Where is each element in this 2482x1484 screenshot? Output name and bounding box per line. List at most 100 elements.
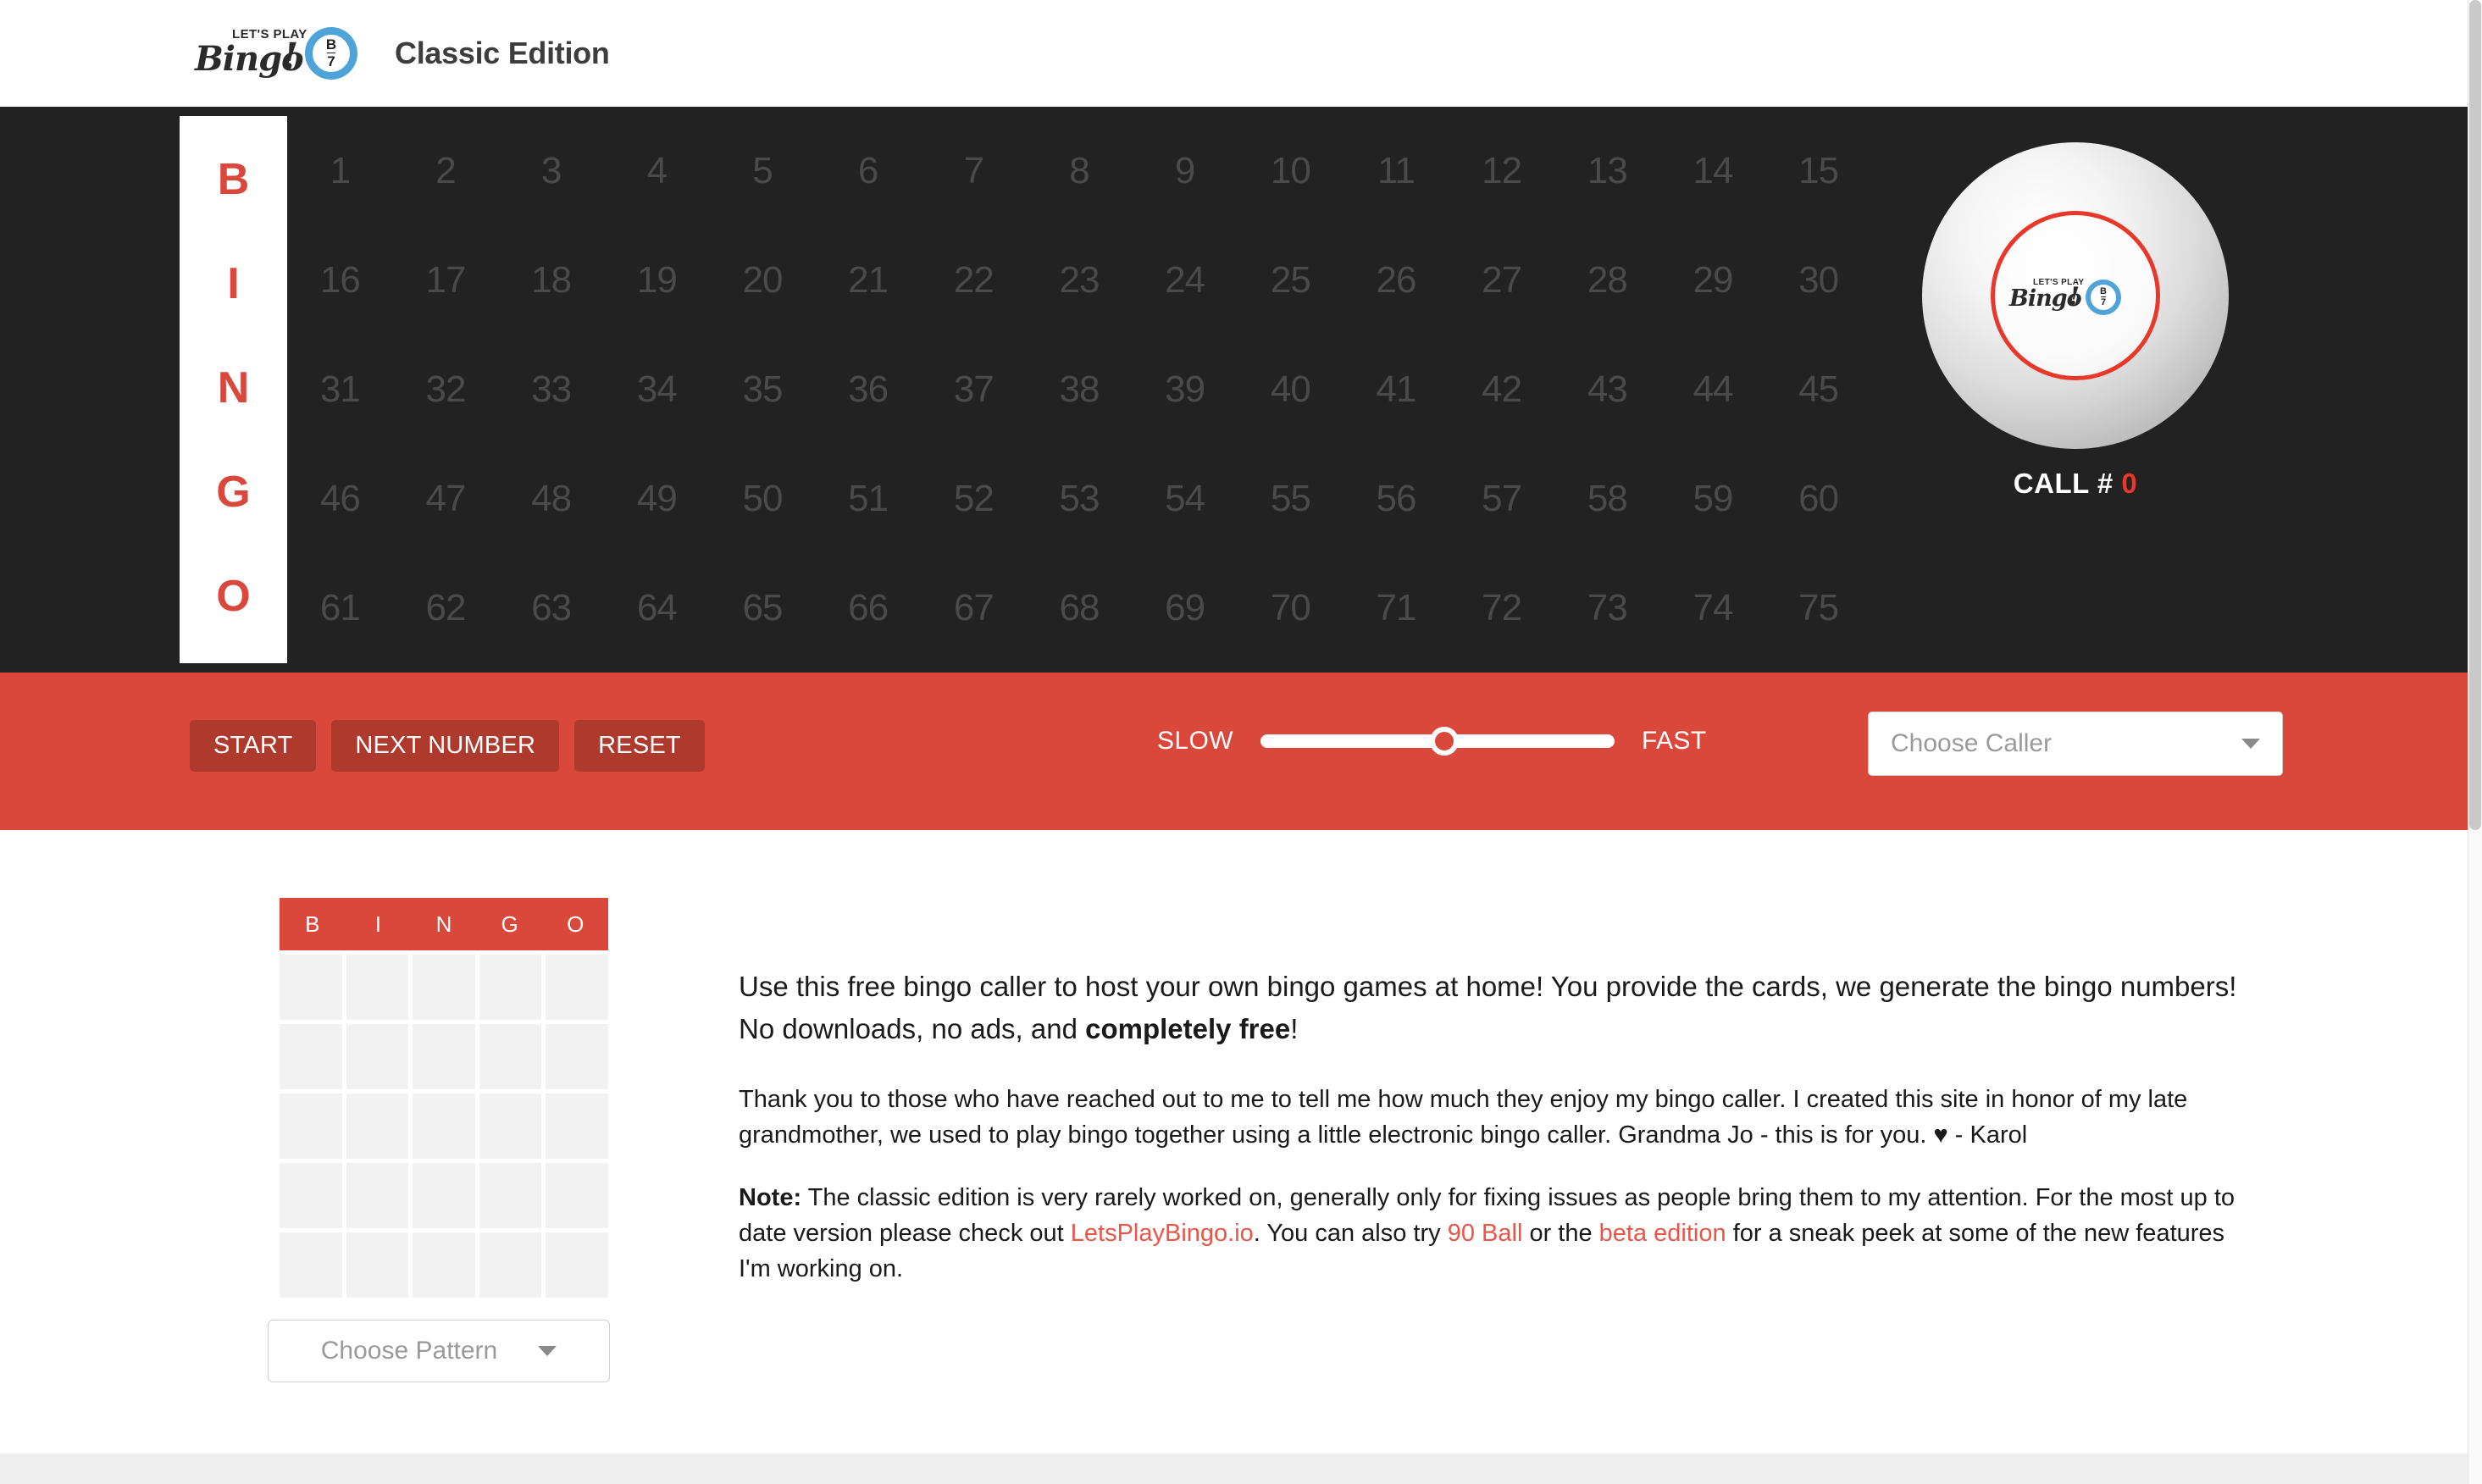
- board-number[interactable]: 11: [1377, 152, 1416, 190]
- board-number[interactable]: 61: [320, 590, 361, 627]
- board-number[interactable]: 59: [1693, 480, 1734, 518]
- board-number[interactable]: 52: [954, 480, 994, 518]
- pattern-cell[interactable]: [346, 1094, 409, 1159]
- board-number[interactable]: 54: [1165, 480, 1205, 518]
- board-number[interactable]: 25: [1271, 261, 1311, 299]
- pattern-cell[interactable]: [546, 1094, 608, 1159]
- board-number[interactable]: 4: [647, 152, 668, 190]
- board-number[interactable]: 12: [1482, 152, 1522, 190]
- pattern-cell[interactable]: [479, 1232, 542, 1298]
- board-number[interactable]: 22: [954, 261, 994, 299]
- board-number[interactable]: 33: [531, 370, 572, 408]
- board-number[interactable]: 50: [743, 480, 784, 518]
- board-number[interactable]: 39: [1165, 370, 1205, 408]
- pattern-cell[interactable]: [479, 1094, 542, 1159]
- board-number[interactable]: 31: [320, 370, 361, 408]
- board-number[interactable]: 41: [1377, 370, 1417, 408]
- pattern-cell[interactable]: [546, 955, 608, 1020]
- pattern-cell[interactable]: [413, 1163, 475, 1228]
- board-number[interactable]: 38: [1060, 370, 1100, 408]
- board-number[interactable]: 37: [954, 370, 994, 408]
- board-number[interactable]: 66: [848, 590, 889, 627]
- board-number[interactable]: 48: [531, 480, 572, 518]
- pattern-cell[interactable]: [346, 1163, 409, 1228]
- board-number[interactable]: 67: [954, 590, 994, 627]
- page-scrollbar-thumb[interactable]: [2469, 0, 2481, 830]
- board-number[interactable]: 15: [1798, 152, 1839, 190]
- board-number[interactable]: 40: [1271, 370, 1311, 408]
- board-number[interactable]: 32: [426, 370, 467, 408]
- brand-logo[interactable]: LET'S PLAY Bingo ! B 7: [195, 17, 357, 90]
- board-number[interactable]: 75: [1798, 590, 1839, 627]
- pattern-cell[interactable]: [280, 955, 342, 1020]
- board-number[interactable]: 7: [964, 152, 985, 190]
- board-number[interactable]: 44: [1693, 370, 1734, 408]
- board-number[interactable]: 42: [1482, 370, 1522, 408]
- board-number[interactable]: 68: [1060, 590, 1100, 627]
- board-number[interactable]: 20: [743, 261, 784, 299]
- board-number[interactable]: 57: [1482, 480, 1522, 518]
- board-number[interactable]: 64: [637, 590, 678, 627]
- next-number-button[interactable]: NEXT NUMBER: [331, 720, 560, 772]
- pattern-cell[interactable]: [479, 955, 542, 1020]
- pattern-cell[interactable]: [280, 1232, 342, 1298]
- board-number[interactable]: 26: [1377, 261, 1417, 299]
- board-number[interactable]: 16: [320, 261, 361, 299]
- pattern-cell[interactable]: [280, 1024, 342, 1089]
- pattern-cell[interactable]: [346, 1024, 409, 1089]
- pattern-cell[interactable]: [546, 1163, 608, 1228]
- board-number[interactable]: 71: [1377, 590, 1417, 627]
- pattern-cell[interactable]: [413, 1094, 475, 1159]
- board-number[interactable]: 55: [1271, 480, 1311, 518]
- board-number[interactable]: 6: [858, 152, 879, 190]
- pattern-select[interactable]: Choose Pattern: [268, 1320, 610, 1382]
- board-number[interactable]: 21: [848, 261, 889, 299]
- board-number[interactable]: 19: [637, 261, 678, 299]
- board-number[interactable]: 58: [1587, 480, 1628, 518]
- pattern-cell[interactable]: [346, 955, 409, 1020]
- board-number[interactable]: 14: [1693, 152, 1734, 190]
- board-number[interactable]: 49: [637, 480, 678, 518]
- board-number[interactable]: 34: [637, 370, 678, 408]
- board-number[interactable]: 3: [541, 152, 562, 190]
- board-number[interactable]: 73: [1587, 590, 1628, 627]
- board-number[interactable]: 9: [1175, 152, 1196, 190]
- board-number[interactable]: 17: [426, 261, 467, 299]
- board-number[interactable]: 30: [1798, 261, 1839, 299]
- link-beta-edition[interactable]: beta edition: [1599, 1220, 1726, 1247]
- board-number[interactable]: 60: [1798, 480, 1839, 518]
- board-number[interactable]: 74: [1693, 590, 1734, 627]
- board-number[interactable]: 10: [1271, 152, 1311, 190]
- board-number[interactable]: 65: [743, 590, 784, 627]
- board-number[interactable]: 70: [1271, 590, 1311, 627]
- board-number[interactable]: 1: [330, 152, 352, 190]
- board-number[interactable]: 29: [1693, 261, 1734, 299]
- pattern-cell[interactable]: [546, 1024, 608, 1089]
- board-number[interactable]: 35: [743, 370, 784, 408]
- link-90-ball[interactable]: 90 Ball: [1448, 1220, 1523, 1247]
- page-scrollbar[interactable]: [2468, 0, 2482, 1484]
- board-number[interactable]: 69: [1165, 590, 1205, 627]
- link-letsplaybingo-io[interactable]: LetsPlayBingo.io: [1071, 1220, 1254, 1247]
- pattern-cell[interactable]: [413, 1232, 475, 1298]
- board-number[interactable]: 36: [848, 370, 889, 408]
- board-number[interactable]: 13: [1587, 152, 1628, 190]
- board-number[interactable]: 8: [1069, 152, 1090, 190]
- board-number[interactable]: 45: [1798, 370, 1839, 408]
- board-number[interactable]: 23: [1060, 261, 1100, 299]
- board-number[interactable]: 47: [426, 480, 467, 518]
- start-button[interactable]: START: [190, 720, 317, 772]
- caller-select[interactable]: Choose Caller: [1868, 712, 2283, 776]
- pattern-cell[interactable]: [546, 1232, 608, 1298]
- speed-slider[interactable]: [1260, 727, 1615, 756]
- pattern-cell[interactable]: [346, 1232, 409, 1298]
- board-number[interactable]: 43: [1587, 370, 1628, 408]
- board-number[interactable]: 5: [752, 152, 773, 190]
- board-number[interactable]: 27: [1482, 261, 1522, 299]
- board-number[interactable]: 56: [1377, 480, 1417, 518]
- board-number[interactable]: 2: [435, 152, 457, 190]
- board-number[interactable]: 63: [531, 590, 572, 627]
- pattern-cell[interactable]: [479, 1024, 542, 1089]
- board-number[interactable]: 18: [531, 261, 572, 299]
- pattern-cell[interactable]: [413, 955, 475, 1020]
